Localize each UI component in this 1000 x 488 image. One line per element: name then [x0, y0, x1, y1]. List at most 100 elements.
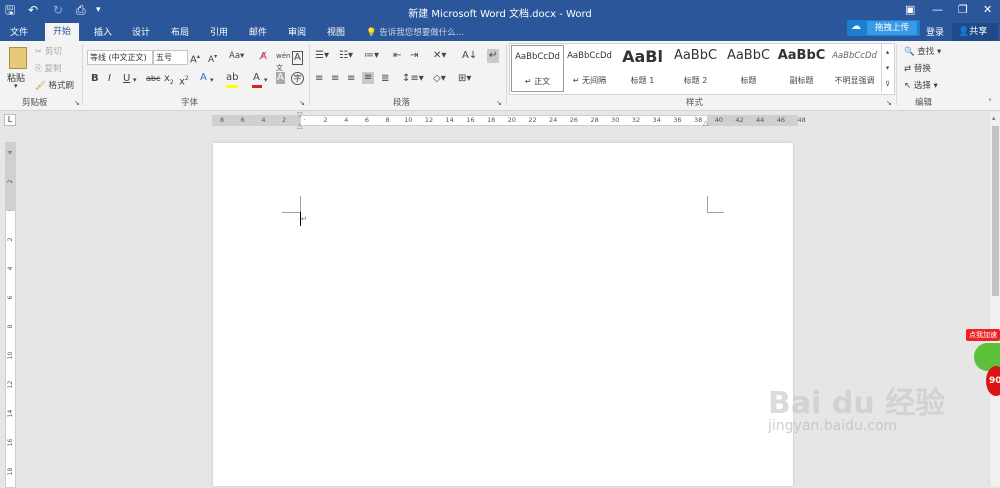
dialog-launcher-icon[interactable]: ↘ [74, 97, 80, 109]
tab-mailings[interactable]: 邮件 [249, 25, 267, 38]
tab-references[interactable]: 引用 [210, 25, 228, 38]
justify-icon[interactable]: ≡ [362, 72, 375, 84]
dialog-launcher-icon[interactable]: ↘ [496, 97, 502, 109]
document-page[interactable]: ↵ [213, 143, 793, 486]
tab-file[interactable]: 文件 [10, 25, 28, 38]
login-link[interactable]: 登录 [926, 25, 944, 38]
tab-insert[interactable]: 插入 [94, 25, 112, 38]
first-line-indent-marker[interactable]: ▽ [297, 111, 302, 119]
watermark-url: jingyan.baidu.com [768, 418, 898, 434]
style-no-spacing[interactable]: AaBbCcDd ↵ 无间隔 [564, 45, 615, 90]
scrollbar-thumb[interactable] [992, 126, 999, 296]
increase-indent-icon[interactable]: ⇥ [410, 50, 418, 62]
paragraph-mark-icon: ↵ [301, 215, 307, 223]
text-effects-icon[interactable]: A [200, 72, 207, 84]
line-spacing-icon[interactable]: ↕≡▾ [402, 73, 424, 85]
close-icon[interactable]: ✕ [983, 3, 992, 16]
vertical-ruler[interactable]: 4 2 · 2 4 6 8 10 12 14 16 18 [5, 142, 16, 488]
ruler-tick-label: 20 [507, 116, 516, 124]
dialog-launcher-icon[interactable]: ↘ [299, 97, 305, 109]
highlight-color-icon[interactable]: ab [226, 72, 238, 84]
strikethrough-icon[interactable]: abc [146, 73, 160, 85]
chinese-layout-icon[interactable]: ✕▾ [433, 50, 446, 62]
share-button[interactable]: 👤共享 [952, 23, 998, 41]
decrease-indent-icon[interactable]: ⇤ [393, 50, 401, 62]
tab-layout[interactable]: 布局 [171, 25, 189, 38]
top-left-crop-mark [282, 196, 301, 213]
collapse-ribbon-icon[interactable]: ˄ [988, 97, 992, 109]
vertical-scrollbar[interactable]: ▴ [989, 112, 1000, 486]
show-marks-icon[interactable]: ↵ [487, 49, 500, 63]
style-heading-1[interactable]: AaBl 标题 1 [617, 45, 668, 90]
restore-icon[interactable]: ❐ [958, 3, 968, 16]
distributed-icon[interactable]: ≣ [381, 73, 389, 85]
cut-button[interactable]: ✂ 剪切 [35, 45, 62, 57]
grow-font-icon[interactable]: A▴ [190, 51, 200, 66]
find-button[interactable]: 🔍 查找 ▾ [904, 45, 941, 57]
bullets-icon[interactable]: ☰▾ [315, 50, 329, 62]
style-preview: AaBbCcDd [832, 51, 877, 61]
sort-icon[interactable]: A↓ [462, 50, 477, 62]
copy-icon: ⎘ [35, 64, 42, 74]
scroll-up-icon[interactable]: ▴ [992, 114, 996, 122]
format-painter-button[interactable]: 🖌 格式刷 [35, 79, 74, 91]
tab-view[interactable]: 视图 [327, 25, 345, 38]
shrink-font-icon[interactable]: A▾ [208, 51, 217, 66]
multilevel-list-icon[interactable]: ≔▾ [364, 50, 379, 62]
horizontal-ruler[interactable]: 8 6 4 2 · 2 4 6 8 10 12 14 16 18 20 22 24 26 28 30 32 34 36 38 4… [212, 111, 806, 130]
minimize-icon[interactable]: — [932, 3, 943, 16]
style-name: 标题 1 [630, 76, 655, 85]
style-normal[interactable]: AaBbCcDd ↵ 正文 [511, 45, 564, 92]
hanging-indent-marker[interactable]: △ [297, 122, 302, 130]
shading-icon[interactable]: ◇▾ [433, 73, 446, 85]
tab-design[interactable]: 设计 [132, 25, 150, 38]
style-heading-2[interactable]: AaBbC 标题 2 [670, 45, 721, 90]
bold-icon[interactable]: B [91, 73, 99, 85]
paragraph-group-label: 段落 [393, 98, 411, 108]
font-color-icon[interactable]: A [253, 72, 260, 84]
style-name: 副标题 [789, 76, 814, 85]
replace-icon: ⇄ [904, 64, 912, 74]
style-subtitle[interactable]: AaBbC 副标题 [776, 45, 827, 90]
align-right-icon[interactable]: ≡ [347, 73, 355, 85]
style-subtle-emphasis[interactable]: AaBbCcDd 不明显强调 [829, 45, 880, 90]
right-indent-marker[interactable]: △ [703, 119, 708, 127]
copy-button[interactable]: ⎘ 复制 [35, 62, 62, 74]
numbering-icon[interactable]: ☷▾ [339, 50, 353, 62]
font-name-select[interactable]: 等线 (中文正文) [87, 50, 153, 65]
dialog-launcher-icon[interactable]: ↘ [886, 97, 892, 109]
character-shading-icon[interactable]: A [276, 72, 285, 84]
ruler-tick-label: 10 [404, 116, 413, 124]
style-title[interactable]: AaBbC 标题 [723, 45, 774, 90]
tab-review[interactable]: 审阅 [288, 25, 306, 38]
superscript-icon[interactable]: x2 [179, 73, 189, 88]
change-case-button[interactable]: Aa▾ [229, 51, 244, 61]
character-border-icon[interactable]: A [292, 51, 303, 65]
tab-stop-selector[interactable]: L [4, 114, 16, 126]
italic-icon[interactable]: I [108, 73, 111, 85]
replace-button[interactable]: ⇄ 替换 [904, 62, 931, 74]
chevron-down-icon[interactable]: ▾ [264, 74, 268, 86]
tell-me-box[interactable]: 💡 告诉我您想要做什么... [366, 26, 464, 38]
upload-button[interactable]: ☁ 拖拽上传 [847, 20, 920, 36]
font-size-select[interactable]: 五号 [153, 50, 188, 65]
ruler-tick-label: 46 [776, 116, 786, 124]
subscript-icon[interactable]: x2 [164, 73, 174, 89]
borders-icon[interactable]: ⊞▾ [458, 73, 471, 85]
clear-formatting-icon[interactable]: A̸ [260, 51, 267, 63]
phonetic-guide-icon[interactable]: wén 文 [276, 50, 290, 74]
chevron-down-icon[interactable]: ▾ [210, 74, 214, 86]
paste-button[interactable]: 粘贴 ▾ [4, 45, 32, 91]
ribbon-display-icon[interactable]: ▣ [905, 3, 915, 16]
tab-home[interactable]: 开始 [45, 23, 80, 41]
select-button[interactable]: ↖ 选择 ▾ [904, 79, 938, 91]
speed-number[interactable]: 90 [986, 366, 1000, 396]
ribbon: 粘贴 ▾ ✂ 剪切 ⎘ 复制 🖌 格式刷 剪贴板 ↘ 等线 (中文正文) 五号 … [0, 41, 1000, 111]
align-left-icon[interactable]: ≡ [315, 73, 323, 85]
align-center-icon[interactable]: ≡ [331, 73, 339, 85]
styles-scroll[interactable]: ▴ ▾ ⊽ [881, 44, 893, 92]
chevron-down-icon[interactable]: ▾ [133, 74, 137, 86]
speed-up-badge[interactable]: 点我加速 [966, 329, 1000, 341]
underline-icon[interactable]: U [123, 73, 130, 85]
enclose-characters-icon[interactable]: 字 [291, 72, 304, 85]
